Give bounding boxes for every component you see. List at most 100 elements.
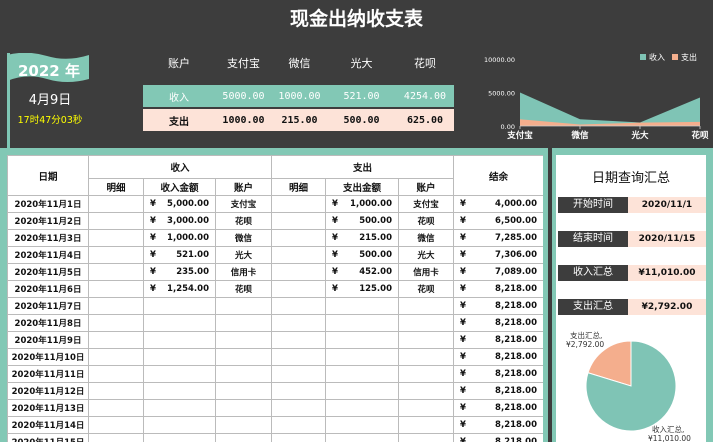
date-cell[interactable]: 2020年11月5日 [7, 263, 89, 281]
date-cell[interactable]: 2020年11月9日 [7, 331, 89, 349]
expense-account-cell[interactable]: 光大 [398, 246, 454, 264]
income-amount-cell[interactable] [143, 382, 216, 400]
income-detail-cell[interactable] [88, 229, 144, 247]
expense-account-cell[interactable] [398, 433, 454, 442]
expense-account-cell[interactable] [398, 297, 454, 315]
expense-amount-cell[interactable] [325, 416, 399, 434]
date-cell[interactable]: 2020年11月6日 [7, 280, 89, 298]
income-amount-cell[interactable]: ¥1,254.00 [143, 280, 216, 298]
income-detail-cell[interactable] [88, 280, 144, 298]
income-amount-cell[interactable]: ¥1,000.00 [143, 229, 216, 247]
start-date-input[interactable]: 2020/11/1 [628, 197, 706, 213]
income-detail-cell[interactable] [88, 399, 144, 417]
balance-cell[interactable]: ¥4,000.00 [453, 195, 543, 213]
date-cell[interactable]: 2020年11月11日 [7, 365, 89, 383]
expense-detail-cell[interactable] [271, 314, 326, 332]
date-cell[interactable]: 2020年11月12日 [7, 382, 89, 400]
balance-cell[interactable]: ¥8,218.00 [453, 416, 543, 434]
income-detail-cell[interactable] [88, 365, 144, 383]
income-account-cell[interactable] [215, 382, 272, 400]
expense-amount-cell[interactable] [325, 348, 399, 366]
income-account-cell[interactable] [215, 416, 272, 434]
date-cell[interactable]: 2020年11月1日 [7, 195, 89, 213]
income-detail-cell[interactable] [88, 212, 144, 230]
expense-detail-cell[interactable] [271, 212, 326, 230]
expense-detail-cell[interactable] [271, 246, 326, 264]
expense-account-cell[interactable]: 微信 [398, 229, 454, 247]
income-detail-cell[interactable] [88, 416, 144, 434]
expense-account-cell[interactable] [398, 314, 454, 332]
expense-account-cell[interactable]: 花呗 [398, 280, 454, 298]
income-account-cell[interactable]: 支付宝 [215, 195, 272, 213]
expense-amount-cell[interactable]: ¥500.00 [325, 212, 399, 230]
income-account-cell[interactable]: 花呗 [215, 280, 272, 298]
date-cell[interactable]: 2020年11月14日 [7, 416, 89, 434]
expense-amount-cell[interactable] [325, 365, 399, 383]
income-amount-cell[interactable] [143, 348, 216, 366]
income-detail-cell[interactable] [88, 297, 144, 315]
expense-amount-cell[interactable] [325, 399, 399, 417]
income-amount-cell[interactable] [143, 314, 216, 332]
income-amount-cell[interactable] [143, 331, 216, 349]
income-detail-cell[interactable] [88, 348, 144, 366]
expense-amount-cell[interactable]: ¥125.00 [325, 280, 399, 298]
balance-cell[interactable]: ¥6,500.00 [453, 212, 543, 230]
income-amount-cell[interactable]: ¥235.00 [143, 263, 216, 281]
end-date-input[interactable]: 2020/11/15 [628, 231, 706, 247]
balance-cell[interactable]: ¥8,218.00 [453, 314, 543, 332]
expense-account-cell[interactable] [398, 382, 454, 400]
income-account-cell[interactable] [215, 314, 272, 332]
income-account-cell[interactable]: 花呗 [215, 212, 272, 230]
income-detail-cell[interactable] [88, 263, 144, 281]
date-cell[interactable]: 2020年11月8日 [7, 314, 89, 332]
balance-cell[interactable]: ¥8,218.00 [453, 433, 543, 442]
income-account-cell[interactable] [215, 399, 272, 417]
expense-amount-cell[interactable] [325, 382, 399, 400]
expense-detail-cell[interactable] [271, 297, 326, 315]
income-amount-cell[interactable] [143, 297, 216, 315]
expense-account-cell[interactable] [398, 365, 454, 383]
expense-amount-cell[interactable] [325, 314, 399, 332]
date-cell[interactable]: 2020年11月2日 [7, 212, 89, 230]
expense-account-cell[interactable] [398, 348, 454, 366]
income-amount-cell[interactable] [143, 365, 216, 383]
income-account-cell[interactable] [215, 348, 272, 366]
expense-account-cell[interactable]: 花呗 [398, 212, 454, 230]
expense-amount-cell[interactable] [325, 433, 399, 442]
balance-cell[interactable]: ¥8,218.00 [453, 331, 543, 349]
income-amount-cell[interactable]: ¥3,000.00 [143, 212, 216, 230]
expense-detail-cell[interactable] [271, 348, 326, 366]
expense-amount-cell[interactable]: ¥500.00 [325, 246, 399, 264]
income-amount-cell[interactable] [143, 433, 216, 442]
date-cell[interactable]: 2020年11月15日 [7, 433, 89, 442]
balance-cell[interactable]: ¥8,218.00 [453, 297, 543, 315]
income-account-cell[interactable]: 信用卡 [215, 263, 272, 281]
expense-account-cell[interactable] [398, 331, 454, 349]
expense-detail-cell[interactable] [271, 195, 326, 213]
expense-detail-cell[interactable] [271, 365, 326, 383]
income-detail-cell[interactable] [88, 195, 144, 213]
expense-account-cell[interactable] [398, 399, 454, 417]
income-amount-cell[interactable] [143, 416, 216, 434]
expense-detail-cell[interactable] [271, 433, 326, 442]
income-detail-cell[interactable] [88, 314, 144, 332]
expense-detail-cell[interactable] [271, 229, 326, 247]
expense-account-cell[interactable] [398, 416, 454, 434]
expense-detail-cell[interactable] [271, 331, 326, 349]
expense-amount-cell[interactable]: ¥452.00 [325, 263, 399, 281]
date-cell[interactable]: 2020年11月4日 [7, 246, 89, 264]
income-account-cell[interactable] [215, 433, 272, 442]
income-detail-cell[interactable] [88, 382, 144, 400]
balance-cell[interactable]: ¥7,285.00 [453, 229, 543, 247]
date-cell[interactable]: 2020年11月3日 [7, 229, 89, 247]
income-account-cell[interactable] [215, 365, 272, 383]
date-cell[interactable]: 2020年11月10日 [7, 348, 89, 366]
income-amount-cell[interactable]: ¥521.00 [143, 246, 216, 264]
balance-cell[interactable]: ¥7,306.00 [453, 246, 543, 264]
income-account-cell[interactable]: 微信 [215, 229, 272, 247]
income-account-cell[interactable] [215, 331, 272, 349]
income-detail-cell[interactable] [88, 433, 144, 442]
expense-amount-cell[interactable] [325, 297, 399, 315]
date-cell[interactable]: 2020年11月7日 [7, 297, 89, 315]
expense-account-cell[interactable]: 支付宝 [398, 195, 454, 213]
